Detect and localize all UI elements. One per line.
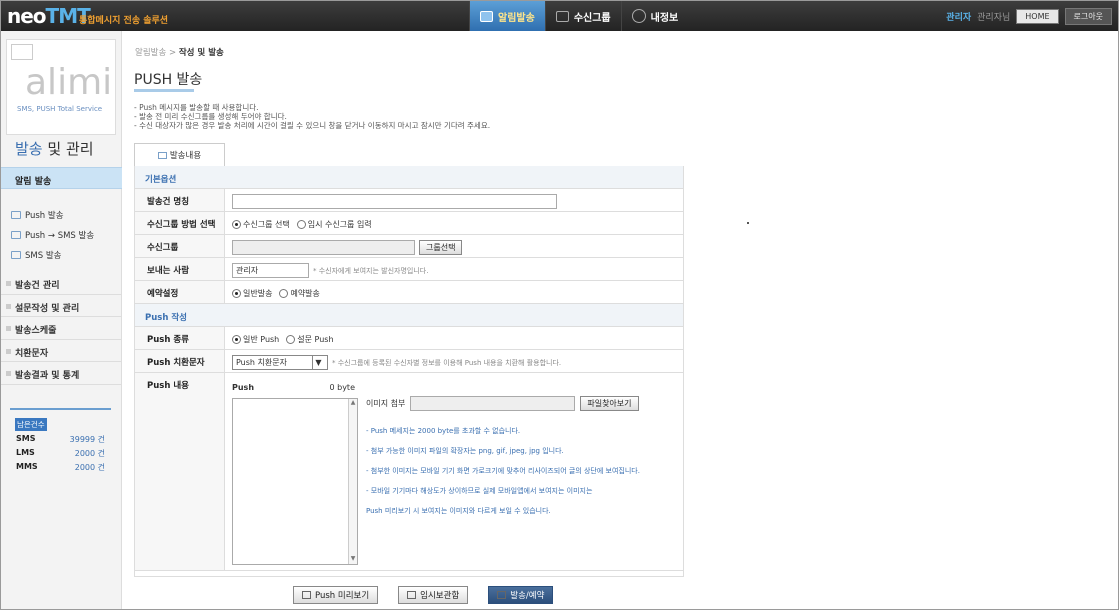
title-input[interactable] [232, 194, 557, 209]
textarea-scrollbar[interactable]: ▲ ▼ [348, 399, 357, 564]
user-icon [631, 9, 646, 23]
preview-icon [302, 591, 311, 599]
send-form: 기본옵션 발송건 명칭 수신그룹 방법 선택 수신그룹 선택 임시 수신그룹 입… [134, 166, 684, 577]
home-button[interactable]: HOME [1016, 9, 1059, 24]
sidebar-sub-push[interactable]: Push 발송 [11, 205, 94, 225]
push-content-textarea[interactable]: ▲ ▼ [232, 398, 358, 565]
breadcrumb: 알림발송 > 작성 및 발송 [135, 48, 224, 58]
radio-temp-group[interactable]: 임시 수신그룹 입력 [296, 219, 372, 230]
chevron-down-icon: ▼ [312, 356, 324, 369]
top-nav: 알림발송 수신그룹 내정보 [469, 1, 688, 31]
sidebar: alimi SMS, PUSH Total Service 발송 및 관리 알림… [1, 31, 122, 609]
sidebar-item-survey[interactable]: 설문작성 및 관리 [1, 295, 122, 317]
sender-input[interactable]: 관리자 [232, 263, 309, 278]
nav-send[interactable]: 알림발송 [469, 1, 545, 31]
send-icon [480, 10, 493, 22]
top-bar: neoTMT 통합메시지 전송 솔루션 알림발송 수신그룹 내정보 관리자 관리… [1, 1, 1118, 31]
admin-name: 관리자님 [977, 13, 1011, 23]
action-buttons: Push 미리보기 임시보관함 발송/예약 [293, 586, 554, 604]
top-right-controls: 관리자 관리자님 HOME 로그아웃 [946, 8, 1112, 25]
sidebar-sub-items: Push 발송 Push → SMS 발송 SMS 발송 [11, 205, 94, 265]
section-basic-options: 기본옵션 [135, 166, 683, 189]
radio-normal-push[interactable]: 일반 Push [232, 334, 279, 345]
app-logo[interactable]: neoTMT [7, 4, 91, 28]
push-icon [11, 231, 21, 239]
row-title: 발송건 명칭 [135, 189, 683, 212]
temp-save-button[interactable]: 임시보관함 [398, 586, 469, 604]
radio-reserve-send[interactable]: 예약발송 [279, 288, 320, 299]
tab-bar: 발송내용 [134, 143, 684, 167]
sidebar-item-schedule[interactable]: 발송스케줄 [1, 317, 122, 340]
sidebar-sub-push-sms[interactable]: Push → SMS 발송 [11, 225, 94, 245]
row-sender: 보내는 사람 관리자 * 수신자에게 보여지는 발신자명입니다. [135, 258, 683, 281]
radio-select-group[interactable]: 수신그룹 선택 [232, 219, 290, 230]
document-icon [157, 151, 167, 159]
radio-survey-push[interactable]: 설문 Push [286, 334, 334, 345]
nav-groups[interactable]: 수신그룹 [544, 1, 621, 31]
image-attach: 이미지 첨부 파일찾아보기 [366, 396, 639, 411]
push-notes: - Push 메세지는 2000 byte를 초과할 수 없습니다. - 첨부 … [366, 427, 640, 515]
row-push-type: Push 종류 일반 Push 설문 Push [135, 327, 683, 350]
sidebar-title: 발송 및 관리 [15, 140, 94, 158]
send-reserve-button[interactable]: 발송/예약 [488, 586, 554, 604]
push-icon [11, 211, 21, 219]
tab-send-content[interactable]: 발송내용 [134, 143, 225, 167]
push-preview-button[interactable]: Push 미리보기 [293, 586, 379, 604]
substitution-select[interactable]: Push 치환문자 ▼ [232, 355, 328, 370]
sidebar-item-results[interactable]: 발송결과 및 통계 [1, 362, 122, 385]
logo-subtitle: 통합메시지 전송 솔루션 [79, 16, 169, 26]
group-icon [555, 10, 569, 22]
divider [10, 408, 111, 410]
stray-dot [747, 222, 749, 224]
page-notes: - Push 메시지를 발송할 때 사용합니다. - 발송 전 미리 수신그룹를… [134, 103, 491, 130]
section-push-compose: Push 작성 [135, 304, 683, 327]
push-area-header: Push 0 byte [232, 383, 355, 392]
save-icon [407, 591, 417, 599]
sidebar-item-alert-send[interactable]: 알림 발송 [1, 167, 122, 189]
row-group-method: 수신그룹 방법 선택 수신그룹 선택 임시 수신그룹 입력 [135, 212, 683, 235]
main-content: 알림발송 > 작성 및 발송 PUSH 발송 - Push 메시지를 발송할 때… [122, 31, 1118, 609]
nav-myinfo[interactable]: 내정보 [620, 1, 689, 31]
row-reserve: 예약설정 일반발송 예약발송 [135, 281, 683, 304]
row-group: 수신그룹 그룹선택 [135, 235, 683, 258]
sidebar-item-substitution[interactable]: 치환문자 [1, 340, 122, 362]
radio-normal-send[interactable]: 일반발송 [232, 288, 272, 299]
stat-row-lms: LMS 2000 건 [16, 448, 105, 458]
select-group-button[interactable]: 그룹선택 [419, 240, 463, 255]
substitution-hint: * 수신그룹에 등록된 수신자별 정보를 이용해 Push 내용을 치환해 활용… [332, 358, 562, 367]
stats-title: 남은건수 [15, 418, 47, 431]
row-substitution: Push 치환문자 Push 치환문자 ▼ * 수신그룹에 등록된 수신자별 정보… [135, 350, 683, 373]
browse-file-button[interactable]: 파일찾아보기 [580, 396, 639, 411]
logout-button[interactable]: 로그아웃 [1064, 8, 1112, 25]
stat-row-mms: MMS 2000 건 [16, 462, 105, 472]
row-push-content: Push 내용 Push 0 byte ▲ ▼ 이미지 첨부 파일찾아보기 - P… [135, 373, 683, 571]
attach-file-input[interactable] [410, 396, 576, 411]
stat-row-sms: SMS 39999 건 [16, 434, 105, 444]
send-icon [497, 591, 507, 599]
byte-counter: 0 byte [329, 383, 355, 392]
mail-icon [11, 44, 33, 60]
sender-hint: * 수신자에게 보여지는 발신자명입니다. [313, 266, 429, 275]
group-input[interactable] [232, 240, 415, 255]
remaining-stats: 남은건수 SMS 39999 건 LMS 2000 건 MMS 2000 건 [10, 408, 111, 476]
sidebar-menu: 발송건 관리 설문작성 및 관리 발송스케줄 치환문자 발송결과 및 통계 [1, 272, 122, 385]
sms-icon [11, 251, 21, 259]
page-title: PUSH 발송 [134, 72, 203, 88]
sidebar-logo: alimi SMS, PUSH Total Service [6, 39, 116, 135]
sidebar-item-send-manage[interactable]: 발송건 관리 [1, 272, 122, 295]
title-underline [134, 89, 194, 92]
admin-label: 관리자 [946, 13, 972, 23]
sidebar-sub-sms[interactable]: SMS 발송 [11, 245, 94, 265]
